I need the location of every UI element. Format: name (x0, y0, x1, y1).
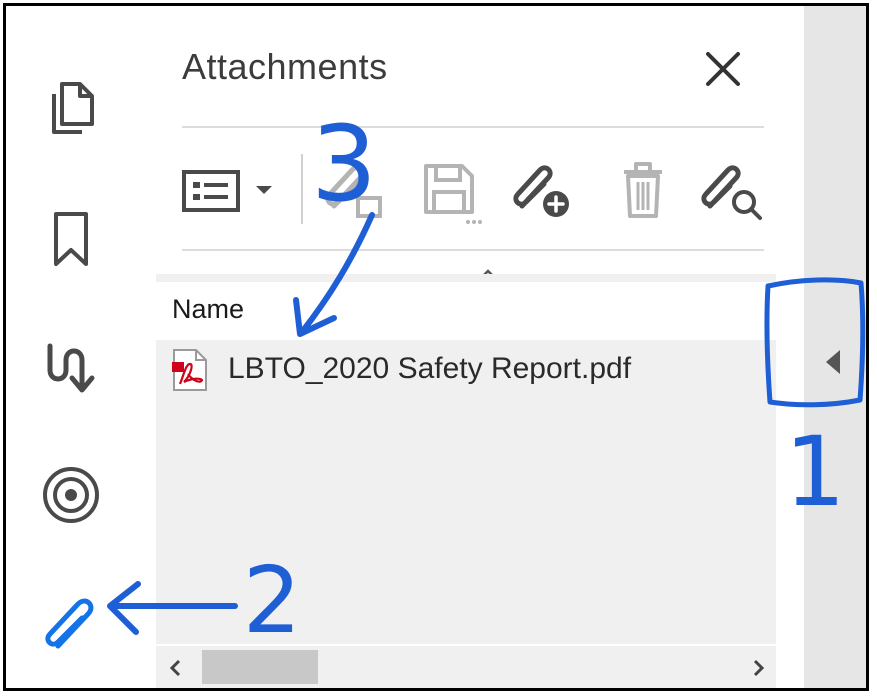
column-header-name[interactable]: Name (156, 282, 776, 340)
attachments-panel: Attachments Name LBTO_2020 Safety Report… (136, 6, 804, 688)
add-attachment-icon[interactable] (508, 152, 578, 228)
toolbar-bottom-divider (182, 249, 764, 251)
pages-icon[interactable] (36, 70, 106, 140)
bookmark-icon[interactable] (36, 204, 106, 274)
file-name: LBTO_2020 Safety Report.pdf (228, 352, 632, 385)
attachment-icon[interactable] (36, 590, 106, 660)
list-item[interactable]: LBTO_2020 Safety Report.pdf (156, 340, 776, 400)
pdf-file-icon (172, 349, 207, 391)
toolbar-divider (301, 154, 303, 224)
open-attachment-icon (325, 165, 382, 218)
panel-title: Attachments (182, 46, 388, 87)
options-menu-icon[interactable] (176, 152, 286, 228)
scroll-left-icon[interactable] (164, 656, 188, 680)
layers-icon[interactable] (36, 460, 106, 530)
horizontal-scrollbar[interactable] (156, 646, 776, 688)
destinations-icon[interactable] (36, 332, 106, 402)
title-divider (182, 126, 764, 128)
save-attachment-icon (424, 164, 482, 224)
scroll-thumb[interactable] (202, 650, 318, 684)
panel-collapse-strip[interactable] (804, 6, 866, 688)
column-header-label: Name (172, 294, 245, 324)
search-attachment-icon[interactable] (696, 152, 772, 228)
scroll-right-icon[interactable] (746, 656, 770, 680)
close-icon[interactable] (698, 44, 748, 94)
collapse-panel-icon[interactable] (822, 348, 844, 376)
navigation-toolbar (6, 6, 137, 688)
attachments-list: Name LBTO_2020 Safety Report.pdf (156, 274, 776, 644)
screenshot-frame: Attachments Name LBTO_2020 Safety Report… (3, 3, 869, 691)
delete-attachment-icon (624, 162, 662, 218)
